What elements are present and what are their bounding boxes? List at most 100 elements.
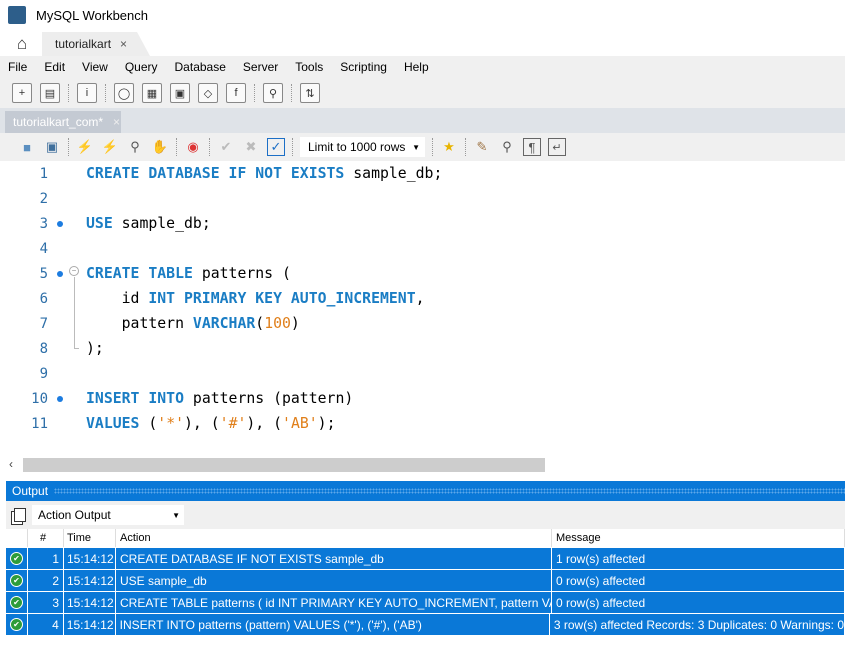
editor-tab[interactable]: tutorialkart_com* ×: [5, 111, 121, 133]
menu-database[interactable]: Database: [175, 60, 226, 74]
table-row[interactable]: ✔ 3 15:14:12 CREATE TABLE patterns ( id …: [6, 591, 845, 613]
close-icon[interactable]: ×: [120, 37, 127, 51]
code-line[interactable]: 2: [6, 186, 845, 211]
cell-action: CREATE TABLE patterns ( id INT PRIMARY K…: [116, 592, 552, 613]
window-title: MySQL Workbench: [36, 7, 148, 23]
create-view-icon[interactable]: ▣: [170, 83, 190, 103]
sql-text: ,: [415, 290, 425, 307]
connection-tab-label: tutorialkart: [55, 37, 112, 51]
table-row[interactable]: ✔ 2 15:14:12 USE sample_db 0 row(s) affe…: [6, 569, 845, 591]
toolbar-separator: [432, 138, 433, 156]
statement-marker-icon[interactable]: [57, 395, 63, 402]
table-row[interactable]: ✔ 4 15:14:12 INSERT INTO patterns (patte…: [6, 613, 845, 635]
editor-tab-label: tutorialkart_com*: [13, 115, 104, 129]
mysql-workbench-logo-icon: [8, 6, 26, 24]
toggle-stop-on-error-icon[interactable]: ◉: [184, 138, 202, 156]
cell-message: 0 row(s) affected: [552, 592, 845, 613]
explain-icon[interactable]: ⚲: [126, 138, 144, 156]
home-icon[interactable]: ⌂: [8, 32, 36, 56]
create-function-icon[interactable]: f: [226, 83, 246, 103]
menu-tools[interactable]: Tools: [295, 60, 323, 74]
toolbar-separator: [68, 84, 69, 102]
code-line[interactable]: 6 id INT PRIMARY KEY AUTO_INCREMENT,: [6, 286, 845, 311]
invisible-characters-icon[interactable]: ¶: [523, 138, 541, 156]
schema-info-icon[interactable]: i: [77, 83, 97, 103]
statement-marker-icon[interactable]: [57, 270, 63, 277]
search-table-data-icon[interactable]: ⚲: [263, 83, 283, 103]
execute-current-icon[interactable]: ⚡: [101, 138, 119, 156]
add-snippet-star-icon[interactable]: ★: [440, 138, 458, 156]
open-sql-script-icon[interactable]: ▤: [40, 83, 60, 103]
code-line[interactable]: 8);: [6, 336, 845, 361]
cell-action: INSERT INTO patterns (pattern) VALUES ('…: [116, 614, 550, 635]
create-procedure-icon[interactable]: ◇: [198, 83, 218, 103]
status-column-header: [6, 529, 28, 547]
create-schema-icon[interactable]: ◯: [114, 83, 134, 103]
column-header-message[interactable]: Message: [552, 529, 845, 547]
cell-number: 4: [28, 614, 64, 635]
code-line[interactable]: 11 VALUES ('*'), ('#'), ('AB');: [6, 411, 845, 436]
word-wrap-icon[interactable]: ↵: [548, 138, 566, 156]
column-header-action[interactable]: Action: [116, 529, 552, 547]
column-header-time[interactable]: Time: [64, 529, 116, 547]
code-line[interactable]: 9: [6, 361, 845, 386]
limit-rows-select[interactable]: Limit to 1000 rows ▼: [300, 137, 425, 157]
close-icon[interactable]: ×: [113, 115, 120, 129]
horizontal-scrollbar[interactable]: ‹: [6, 457, 845, 473]
status-cell: ✔: [6, 592, 28, 613]
status-cell: ✔: [6, 614, 28, 635]
toolbar-separator: [105, 84, 106, 102]
menu-query[interactable]: Query: [125, 60, 158, 74]
code-line[interactable]: 3 USE sample_db;: [6, 211, 845, 236]
fold-range-line: [74, 277, 79, 349]
menu-scripting[interactable]: Scripting: [340, 60, 387, 74]
find-icon[interactable]: ⚲: [498, 138, 516, 156]
open-folder-icon[interactable]: ■: [18, 138, 36, 156]
code-line[interactable]: 10 INSERT INTO patterns (pattern): [6, 386, 845, 411]
create-table-icon[interactable]: ▦: [142, 83, 162, 103]
output-panel-header: Output: [6, 481, 845, 501]
connection-tab[interactable]: tutorialkart ×: [42, 32, 150, 56]
code-line[interactable]: 4: [6, 236, 845, 261]
toolbar-separator: [465, 138, 466, 156]
menu-help[interactable]: Help: [404, 60, 429, 74]
rollback-icon[interactable]: ✖: [242, 138, 260, 156]
code-text: );: [86, 340, 104, 357]
menu-server[interactable]: Server: [243, 60, 278, 74]
scroll-left-icon[interactable]: ‹: [9, 457, 13, 471]
code-text: CREATE TABLE patterns (: [86, 265, 291, 282]
line-number: 11: [31, 415, 48, 432]
cell-action: CREATE DATABASE IF NOT EXISTS sample_db: [116, 548, 552, 569]
code-line[interactable]: 7 pattern VARCHAR(100): [6, 311, 845, 336]
code-line[interactable]: 1 CREATE DATABASE IF NOT EXISTS sample_db…: [6, 161, 845, 186]
statement-marker-icon[interactable]: [57, 220, 63, 227]
sql-text: (: [255, 315, 265, 332]
autocommit-icon[interactable]: ✓: [267, 138, 285, 156]
new-sql-tab-icon[interactable]: +: [12, 83, 32, 103]
execute-icon[interactable]: ⚡: [76, 138, 94, 156]
menu-view[interactable]: View: [82, 60, 108, 74]
reconnect-icon[interactable]: ⇅: [300, 83, 320, 103]
save-icon[interactable]: ▣: [43, 138, 61, 156]
sql-literal: '*': [157, 415, 185, 432]
line-number: 5: [39, 265, 48, 282]
table-row[interactable]: ✔ 1 15:14:12 CREATE DATABASE IF NOT EXIS…: [6, 547, 845, 569]
fold-toggle-icon[interactable]: −: [69, 266, 79, 276]
sql-editor[interactable]: 1 CREATE DATABASE IF NOT EXISTS sample_db…: [6, 161, 845, 456]
code-text: pattern VARCHAR(100): [86, 315, 300, 332]
commit-icon[interactable]: ✔: [217, 138, 235, 156]
beautify-broom-icon[interactable]: ✎: [473, 138, 491, 156]
column-header-number[interactable]: #: [28, 529, 64, 547]
editor-tab-bar: tutorialkart_com* ×: [0, 108, 845, 133]
stop-icon[interactable]: ✋: [151, 138, 169, 156]
menu-file[interactable]: File: [8, 60, 27, 74]
scrollbar-thumb[interactable]: [23, 458, 545, 472]
status-cell: ✔: [6, 570, 28, 591]
copy-icon[interactable]: [14, 508, 26, 522]
output-type-select[interactable]: Action Output ▼: [32, 505, 184, 525]
cell-number: 1: [28, 548, 64, 569]
toolbar-separator: [291, 84, 292, 102]
menu-edit[interactable]: Edit: [44, 60, 65, 74]
code-line[interactable]: 5 CREATE TABLE patterns (: [6, 261, 845, 286]
line-number: 8: [39, 340, 48, 357]
